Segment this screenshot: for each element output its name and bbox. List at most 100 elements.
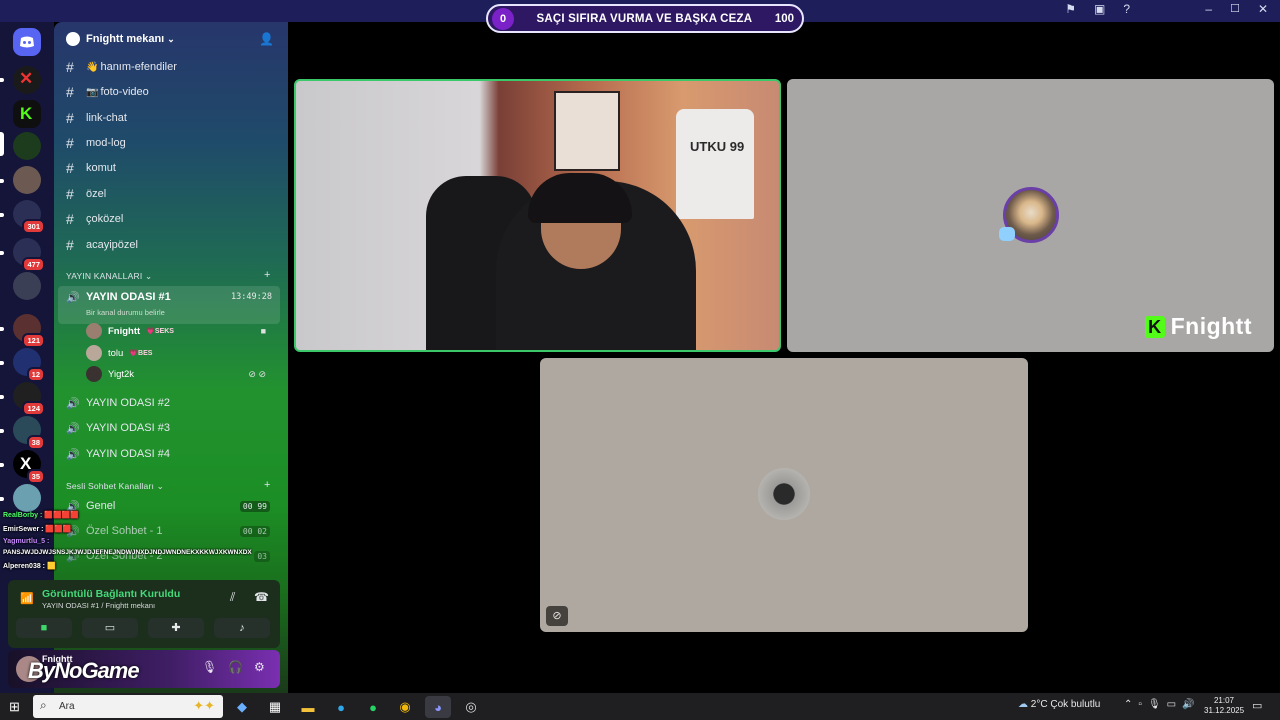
windows-start-icon[interactable]: ⊞	[9, 699, 20, 715]
voice-channel-yayin-odasi-3[interactable]: 🔊 YAYIN ODASI #3	[66, 417, 280, 439]
mention-count: 477	[22, 257, 45, 272]
copilot-icon[interactable]: ◆	[229, 696, 255, 718]
whatsapp-icon[interactable]: ●	[360, 696, 386, 718]
weather-widget[interactable]: ☁ 2°C Çok bulutlu	[1018, 699, 1100, 710]
server-folder-icon[interactable]	[13, 272, 41, 300]
soundboard-button[interactable]: ♪	[214, 618, 270, 638]
wall-poster	[554, 91, 620, 171]
add-channel-icon[interactable]: +	[264, 269, 271, 281]
channel-komut[interactable]: # komut	[66, 157, 280, 179]
kick-server-icon[interactable]: K	[13, 100, 41, 128]
channel-ozel[interactable]: # özel	[66, 183, 280, 205]
hash-icon: #	[66, 237, 74, 253]
chat-line: PANSJWJDJWJSNSJKJWJDJEFNEJNDWJNXDJNDJWND…	[3, 549, 252, 556]
participant-tile[interactable]: K Fnightt	[787, 79, 1274, 352]
server-icon[interactable]: 38	[13, 416, 45, 450]
channel-foto-video[interactable]: # 📷 foto-video	[66, 81, 280, 103]
voice-channel-name: YAYIN ODASI #1	[86, 291, 171, 303]
microphone-icon[interactable]: 🎙	[202, 660, 217, 674]
participant-tile[interactable]: ⊘	[540, 358, 1028, 632]
connection-status[interactable]: Görüntülü Bağlantı Kuruldu	[42, 588, 180, 600]
notification-icon[interactable]: ▭	[1252, 699, 1262, 712]
discord-home-icon[interactable]	[13, 28, 41, 56]
voice-channel-yayin-odasi-2[interactable]: 🔊 YAYIN ODASI #2	[66, 392, 280, 414]
server-icon[interactable]: 121	[13, 314, 45, 348]
voice-channel-yayin-odasi-4[interactable]: 🔊 YAYIN ODASI #4	[66, 443, 280, 465]
server-name: Fnightt mekanı	[86, 33, 165, 45]
headphones-icon[interactable]: 🎧	[228, 660, 243, 674]
add-user-icon[interactable]: 👤	[259, 32, 274, 46]
camera-icon: ■	[40, 622, 48, 634]
close-icon[interactable]: ✕	[1258, 2, 1268, 16]
category-yayin-kanallari[interactable]: YAYIN KANALLARI ⌄ +	[66, 269, 270, 282]
signal-icon[interactable]: 📶	[20, 592, 34, 605]
chrome-icon[interactable]: ◉	[392, 696, 418, 718]
server-icon[interactable]: 124	[13, 382, 45, 416]
noise-suppression-icon[interactable]: ⫽	[230, 590, 235, 605]
category-label: Sesli Sohbet Kanalları	[66, 481, 155, 491]
hash-icon: #	[66, 110, 74, 126]
server-icon[interactable]: ✕	[13, 66, 41, 94]
add-channel-icon[interactable]: +	[264, 479, 271, 491]
video-icon: ■	[260, 326, 266, 336]
voice-channel-name: YAYIN ODASI #2	[86, 397, 170, 409]
mention-count: 121	[22, 333, 45, 348]
channel-hanim-efendiler[interactable]: # 👋 hanım-efendiler	[66, 56, 280, 78]
chevron-up-icon[interactable]: ⌃	[1124, 699, 1132, 710]
bynogame-logo: ByNoGame	[28, 658, 140, 683]
server-icon[interactable]	[13, 132, 41, 160]
help-icon[interactable]: ?	[1123, 2, 1130, 16]
taskbar: ⊞ ⌕ Ara ✦✦ ◆ ▦ ▬ ● ● ◉ ◕ ◎ ☁ 2°C Çok bul…	[0, 693, 1280, 720]
channel-status[interactable]: Bir kanal durumu belirle	[86, 308, 165, 317]
connection-channel[interactable]: YAYIN ODASI #1 / Fnightt mekanı	[42, 601, 155, 610]
store-icon[interactable]: ▦	[262, 696, 288, 718]
server-folder-icon[interactable]: 301	[13, 200, 45, 234]
search-box[interactable]: ⌕ Ara ✦✦	[33, 695, 223, 718]
channel-link-chat[interactable]: # link-chat	[66, 107, 280, 129]
voice-channel-name: YAYIN ODASI #3	[86, 422, 170, 434]
voice-user[interactable]: tolu 💗BES	[86, 343, 278, 363]
category-sesli-sohbet[interactable]: Sesli Sohbet Kanalları ⌄ +	[66, 479, 270, 492]
server-folder-icon[interactable]: 477	[13, 238, 45, 272]
volume-icon[interactable]: 🔊	[1182, 699, 1194, 710]
gear-icon[interactable]: ⚙	[254, 660, 265, 674]
voice-user[interactable]: Fnightt 💗SEKS ■	[86, 321, 278, 341]
obs-icon[interactable]: ◎	[458, 696, 484, 718]
clock-date: 31.12.2025	[1204, 706, 1245, 715]
channel-mod-log[interactable]: # mod-log	[66, 132, 280, 154]
screen-share-icon: ▭	[104, 622, 116, 634]
hash-icon: #	[66, 135, 74, 151]
minimize-icon[interactable]: –	[1205, 2, 1212, 16]
mention-count: 301	[22, 219, 45, 234]
camera-button[interactable]: ■	[16, 618, 72, 638]
avatar-decoration-icon	[999, 227, 1015, 241]
server-icon[interactable]	[13, 166, 41, 194]
channel-acayipozel[interactable]: # acayipözel	[66, 234, 280, 256]
microphone-icon[interactable]: 🎙	[1148, 699, 1161, 710]
server-icon[interactable]: 12	[13, 348, 45, 382]
webcam-video-tile[interactable]: UTKU 99	[294, 79, 781, 352]
activities-button[interactable]: ✚	[148, 618, 204, 638]
screen-icon[interactable]: ▣	[1094, 2, 1105, 16]
voice-user-name: tolu	[108, 347, 124, 359]
tray-app-icon[interactable]: ▫	[1138, 699, 1142, 710]
clock[interactable]: 21:07 31.12.2025	[1204, 696, 1244, 716]
screen-share-button[interactable]: ▭	[82, 618, 138, 638]
server-header[interactable]: Fnightt mekanı ⌄ 👤	[54, 22, 288, 56]
flag-icon[interactable]: ⚑	[1065, 2, 1076, 16]
search-placeholder: Ara	[59, 701, 75, 712]
x-server-icon[interactable]: X 35	[13, 450, 45, 484]
channel-cokozel[interactable]: # çoközel	[66, 208, 280, 230]
network-icon[interactable]: ▭	[1167, 699, 1176, 710]
file-explorer-icon[interactable]: ▬	[295, 696, 321, 718]
channel-emoji: 📷	[86, 86, 99, 98]
brand-name: Fnightt	[1170, 313, 1252, 339]
maximize-icon[interactable]: ☐	[1230, 2, 1240, 16]
edge-icon[interactable]: ●	[328, 696, 354, 718]
voice-channel-yayin-odasi-1[interactable]: 🔊 YAYIN ODASI #1 13:49:28 Bir kanal duru…	[58, 286, 280, 324]
discord-taskbar-icon[interactable]: ◕	[425, 696, 451, 718]
stream-chat-overlay: RealBorby : 🟥🟥🟥🟥 EmirSewer : 🟥🟥🟥 Yagmurt…	[0, 508, 290, 580]
disconnect-icon[interactable]: ☎	[254, 590, 269, 604]
mention-count: 38	[26, 435, 45, 450]
voice-user[interactable]: Yigt2k ⊘ ⊘	[86, 364, 278, 384]
